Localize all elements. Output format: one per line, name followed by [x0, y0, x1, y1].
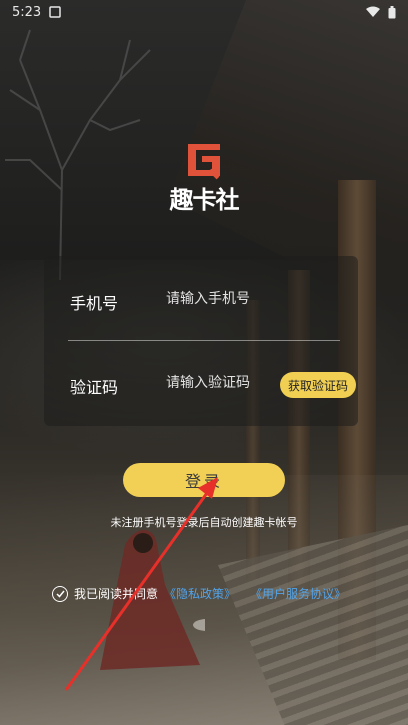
bare-tree: [5, 29, 151, 280]
wifi-icon: [366, 6, 380, 17]
privacy-policy-link[interactable]: 《隐私政策》: [164, 585, 236, 602]
divider: [68, 340, 340, 341]
login-button[interactable]: 登录: [123, 463, 285, 497]
code-input[interactable]: [164, 370, 278, 394]
phone-input[interactable]: [164, 286, 338, 310]
logo-mark-icon: [188, 144, 220, 180]
code-label: 验证码: [70, 378, 119, 397]
status-time: 5:23: [12, 4, 42, 20]
agreement-text: 我已阅读并同意: [74, 587, 159, 601]
service-agreement-link[interactable]: 《用户服务协议》: [250, 585, 346, 602]
login-form: 手机号 验证码 获取验证码: [44, 256, 358, 426]
agreement-row: 我已阅读并同意 《隐私政策》 《用户服务协议》: [52, 585, 346, 602]
phone-label: 手机号: [70, 294, 119, 313]
logo-text: 趣卡社: [169, 185, 240, 214]
check-icon: [55, 590, 65, 598]
notification-box-icon: [49, 6, 61, 18]
auto-register-hint: 未注册手机号登录后自动创建趣卡帐号: [110, 516, 298, 529]
status-bar: 5:23: [0, 0, 408, 24]
get-code-button[interactable]: 获取验证码: [280, 372, 356, 398]
agreement-checkbox[interactable]: [52, 585, 68, 602]
battery-icon: [388, 5, 396, 18]
app-logo: 趣卡社: [168, 140, 240, 214]
